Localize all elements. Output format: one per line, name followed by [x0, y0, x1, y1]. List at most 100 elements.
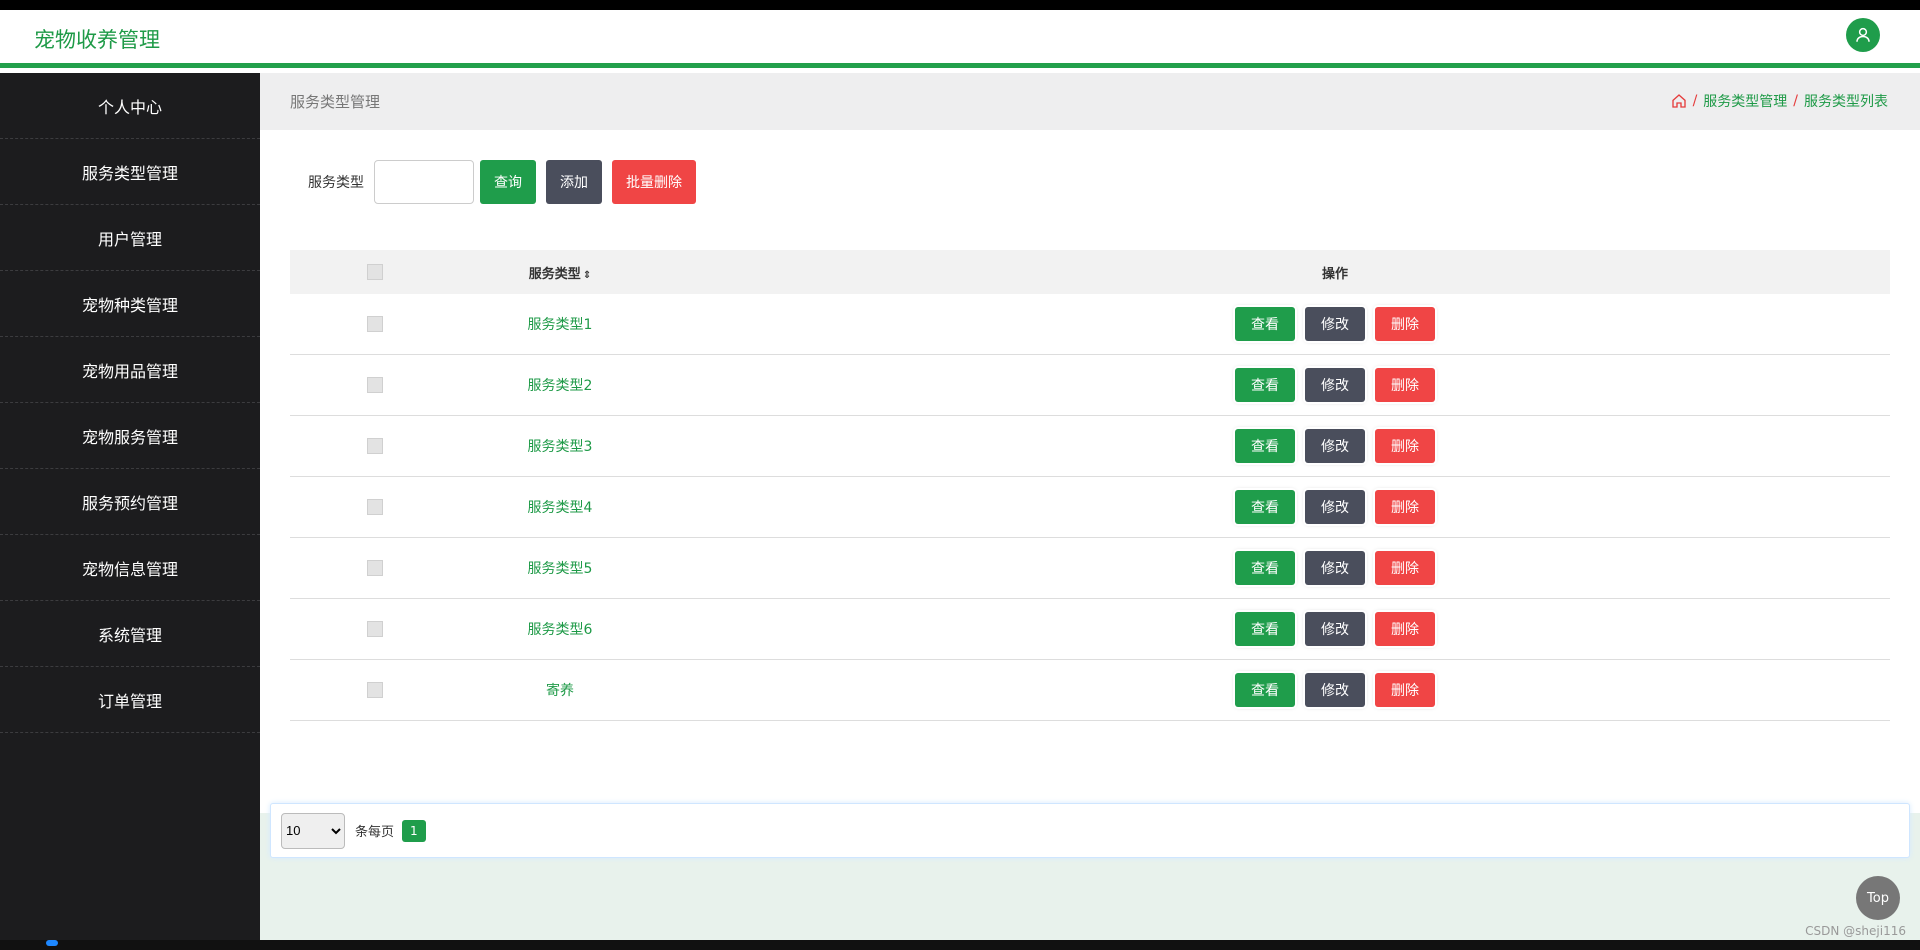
view-button[interactable]: 查看	[1235, 490, 1295, 524]
pagination: 10 条每页 1	[270, 803, 1910, 858]
row-service-type: 寄养	[546, 683, 574, 699]
row-checkbox[interactable]	[367, 621, 383, 637]
column-header-name[interactable]: 服务类型 ⇕	[460, 263, 660, 282]
delete-button[interactable]: 删除	[1375, 368, 1435, 402]
row-checkbox[interactable]	[367, 438, 383, 454]
row-service-type: 服务类型2	[527, 378, 593, 394]
sidebar-item-users[interactable]: 用户管理	[0, 205, 260, 271]
sidebar-item-label: 用户管理	[97, 229, 162, 249]
view-button[interactable]: 查看	[1235, 612, 1295, 646]
sidebar-item-label: 宠物用品管理	[81, 361, 178, 381]
table-row: 服务类型6 查看 修改 删除	[290, 599, 1890, 660]
home-icon[interactable]	[1671, 93, 1687, 109]
table-header: 服务类型 ⇕ 操作	[290, 250, 1890, 294]
edit-button[interactable]: 修改	[1305, 551, 1365, 585]
add-button[interactable]: 添加	[546, 160, 602, 204]
top-header: 宠物收养管理	[0, 10, 1920, 68]
sidebar-item-label: 宠物种类管理	[81, 295, 178, 315]
row-actions: 查看 修改 删除	[660, 673, 1890, 707]
sidebar-item-label: 系统管理	[97, 625, 162, 645]
sidebar-item-pet-species[interactable]: 宠物种类管理	[0, 271, 260, 337]
progress-indicator	[46, 940, 58, 946]
delete-button[interactable]: 删除	[1375, 490, 1435, 524]
row-actions: 查看 修改 删除	[660, 368, 1890, 402]
bottom-bar	[0, 940, 1920, 950]
view-button[interactable]: 查看	[1235, 673, 1295, 707]
per-page-label: 条每页	[355, 825, 395, 840]
row-actions: 查看 修改 删除	[660, 307, 1890, 341]
sidebar-item-label: 服务类型管理	[81, 163, 178, 183]
delete-button[interactable]: 删除	[1375, 307, 1435, 341]
view-button[interactable]: 查看	[1235, 368, 1295, 402]
row-service-type: 服务类型3	[527, 439, 593, 455]
app-window: 宠物收养管理 个人中心 服务类型管理 用户管理 宠物种类管理 宠物用品管理 宠物…	[0, 10, 1920, 940]
breadcrumb-level1[interactable]: 服务类型管理	[1703, 91, 1787, 111]
edit-button[interactable]: 修改	[1305, 307, 1365, 341]
sidebar-item-pet-services[interactable]: 宠物服务管理	[0, 403, 260, 469]
user-icon	[1856, 27, 1870, 42]
breadcrumb-level2[interactable]: 服务类型列表	[1804, 91, 1888, 111]
row-service-type: 服务类型6	[527, 622, 593, 638]
search-bar: 服务类型 查询 添加 批量删除	[308, 160, 706, 204]
sort-icon[interactable]: ⇕	[583, 270, 591, 281]
table-row: 服务类型3 查看 修改 删除	[290, 416, 1890, 477]
batch-delete-button[interactable]: 批量删除	[612, 160, 696, 204]
table-row: 服务类型2 查看 修改 删除	[290, 355, 1890, 416]
row-service-type: 服务类型1	[527, 317, 593, 333]
user-avatar-icon[interactable]	[1846, 18, 1880, 52]
back-to-top-button[interactable]: Top	[1856, 876, 1900, 920]
row-checkbox[interactable]	[367, 682, 383, 698]
sidebar-item-label: 宠物服务管理	[81, 427, 178, 447]
row-actions: 查看 修改 删除	[660, 612, 1890, 646]
view-button[interactable]: 查看	[1235, 551, 1295, 585]
sidebar: 个人中心 服务类型管理 用户管理 宠物种类管理 宠物用品管理 宠物服务管理 服务…	[0, 73, 260, 940]
table-row: 服务类型4 查看 修改 删除	[290, 477, 1890, 538]
search-input[interactable]	[374, 160, 474, 204]
row-checkbox[interactable]	[367, 316, 383, 332]
row-actions: 查看 修改 删除	[660, 551, 1890, 585]
page-size-select[interactable]: 10	[281, 812, 345, 849]
search-label: 服务类型	[308, 175, 364, 191]
query-button[interactable]: 查询	[480, 160, 536, 204]
edit-button[interactable]: 修改	[1305, 368, 1365, 402]
column-header-ops: 操作	[1321, 266, 1348, 282]
sidebar-item-label: 订单管理	[97, 691, 162, 711]
sidebar-item-service-booking[interactable]: 服务预约管理	[0, 469, 260, 535]
delete-button[interactable]: 删除	[1375, 612, 1435, 646]
row-checkbox[interactable]	[367, 377, 383, 393]
select-all-checkbox[interactable]	[367, 264, 383, 280]
table-row: 服务类型5 查看 修改 删除	[290, 538, 1890, 599]
sidebar-item-service-type[interactable]: 服务类型管理	[0, 139, 260, 205]
breadcrumb: / 服务类型管理 / 服务类型列表	[1671, 91, 1888, 111]
row-checkbox[interactable]	[367, 560, 383, 576]
watermark-text: CSDN @sheji116	[1805, 924, 1906, 938]
row-actions: 查看 修改 删除	[660, 490, 1890, 524]
service-type-table: 服务类型 ⇕ 操作 服务类型1 查看 修改 删除 服务类型2 查看 修改 删除 …	[290, 250, 1890, 721]
row-service-type: 服务类型4	[527, 500, 593, 516]
delete-button[interactable]: 删除	[1375, 429, 1435, 463]
table-row: 寄养 查看 修改 删除	[290, 660, 1890, 721]
edit-button[interactable]: 修改	[1305, 673, 1365, 707]
sidebar-item-orders[interactable]: 订单管理	[0, 667, 260, 733]
edit-button[interactable]: 修改	[1305, 429, 1365, 463]
sidebar-item-pet-supplies[interactable]: 宠物用品管理	[0, 337, 260, 403]
sidebar-item-label: 服务预约管理	[81, 493, 178, 513]
delete-button[interactable]: 删除	[1375, 673, 1435, 707]
sidebar-item-label: 个人中心	[97, 97, 162, 117]
edit-button[interactable]: 修改	[1305, 490, 1365, 524]
list-panel: 服务类型 查询 添加 批量删除 服务类型 ⇕ 操作 服务类型1 查看 修改 删除…	[260, 130, 1920, 858]
breadcrumb-separator: /	[1793, 93, 1798, 109]
page-number-button[interactable]: 1	[402, 819, 426, 842]
view-button[interactable]: 查看	[1235, 429, 1295, 463]
sidebar-item-personal-center[interactable]: 个人中心	[0, 73, 260, 139]
sidebar-item-pet-info[interactable]: 宠物信息管理	[0, 535, 260, 601]
main-content: 服务类型管理 / 服务类型管理 / 服务类型列表 服务类型 查询 添加 批量删除	[260, 73, 1920, 940]
row-checkbox[interactable]	[367, 499, 383, 515]
view-button[interactable]: 查看	[1235, 307, 1295, 341]
delete-button[interactable]: 删除	[1375, 551, 1435, 585]
row-service-type: 服务类型5	[527, 561, 593, 577]
app-title: 宠物收养管理	[34, 28, 160, 52]
breadcrumb-separator: /	[1692, 93, 1698, 109]
sidebar-item-system[interactable]: 系统管理	[0, 601, 260, 667]
edit-button[interactable]: 修改	[1305, 612, 1365, 646]
